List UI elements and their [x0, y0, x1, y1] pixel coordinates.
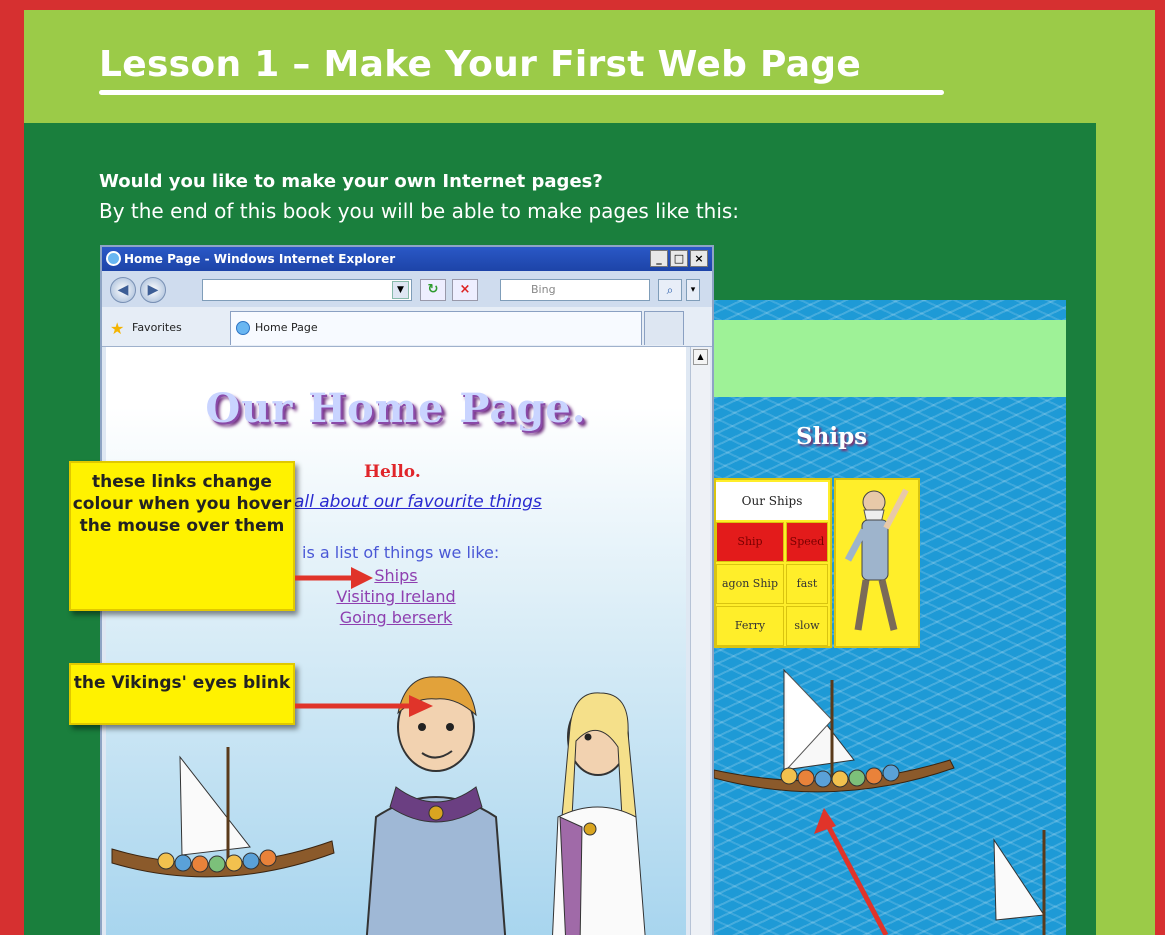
arrow-icon [814, 808, 889, 935]
ships-heading: Ships [796, 423, 868, 450]
navigation-bar: ◀ ▶ ▼ ↻ × Bing ⌕ ▾ [102, 271, 712, 307]
table-cell: slow [786, 606, 828, 646]
vertical-scrollbar[interactable]: ▲ [690, 347, 710, 935]
title-underline [99, 90, 944, 95]
about-link[interactable]: all about our favourite things [294, 492, 542, 512]
address-bar[interactable] [202, 279, 412, 301]
refresh-icon[interactable]: ↻ [420, 279, 446, 301]
scroll-up-icon[interactable]: ▲ [693, 349, 708, 365]
table-cell: Ferry [716, 606, 784, 646]
callout-links: these links change colour when you hover… [69, 461, 295, 611]
search-icon[interactable]: ⌕ [658, 279, 682, 301]
lesson-panel: Would you like to make your own Internet… [24, 123, 1096, 935]
favorites-star-icon[interactable]: ★ [110, 319, 124, 338]
close-icon[interactable]: × [690, 250, 708, 267]
web-page-content: Our Home Page. Hello. all about our favo… [106, 347, 686, 935]
forward-icon[interactable]: ▶ [140, 277, 166, 303]
lesson-page: Lesson 1 – Make Your First Web Page Woul… [24, 10, 1155, 935]
window-controls: _ □ × [650, 250, 708, 267]
longship-illustration [993, 830, 1046, 935]
arrow-icon [295, 567, 373, 589]
table-col-ship: Ship [716, 522, 784, 562]
table-cell: agon Ship [716, 564, 784, 604]
search-input[interactable]: Bing [500, 279, 650, 301]
ships-banner [714, 320, 1066, 397]
ships-table-header: Our Ships [716, 482, 828, 520]
back-icon[interactable]: ◀ [110, 277, 136, 303]
ie-icon [106, 251, 121, 266]
stop-icon[interactable]: × [452, 279, 478, 301]
viking-illustration [834, 478, 920, 648]
window-title: Home Page - Windows Internet Explorer [124, 252, 396, 266]
greeting-text: Hello. [364, 462, 421, 482]
link-going-berserk[interactable]: Going berserk [321, 607, 471, 628]
longship-illustration [111, 747, 335, 878]
arrow-icon [295, 695, 433, 717]
table-cell: fast [786, 564, 828, 604]
window-title-bar: Home Page - Windows Internet Explorer _ … [102, 247, 712, 271]
home-page-heading: Our Home Page. [205, 385, 587, 432]
callout-eyes: the Vikings' eyes blink [69, 663, 295, 725]
minimize-icon[interactable]: _ [650, 250, 668, 267]
intro-question: Would you like to make your own Internet… [99, 171, 603, 192]
lesson-title: Lesson 1 – Make Your First Web Page [99, 44, 862, 85]
new-tab-button[interactable] [644, 311, 684, 345]
favorites-button[interactable]: Favorites [132, 321, 182, 334]
maximize-icon[interactable]: □ [670, 250, 688, 267]
list-intro: is a list of things we like: [302, 543, 500, 562]
intro-text: By the end of this book you will be able… [99, 199, 740, 223]
tab-home-page[interactable]: Home Page [230, 311, 642, 345]
favorites-bar: ★ Favorites Home Page [102, 307, 712, 347]
search-options-button[interactable]: ▾ [686, 279, 700, 301]
ships-page-screenshot: Ships Our Ships Ship Speed agon Ship fas… [714, 300, 1066, 935]
ships-table: Our Ships Ship Speed agon Ship fast Ferr… [714, 478, 832, 648]
table-col-speed: Speed [786, 522, 828, 562]
ie-icon [236, 321, 250, 335]
address-dropdown[interactable]: ▼ [392, 281, 409, 299]
